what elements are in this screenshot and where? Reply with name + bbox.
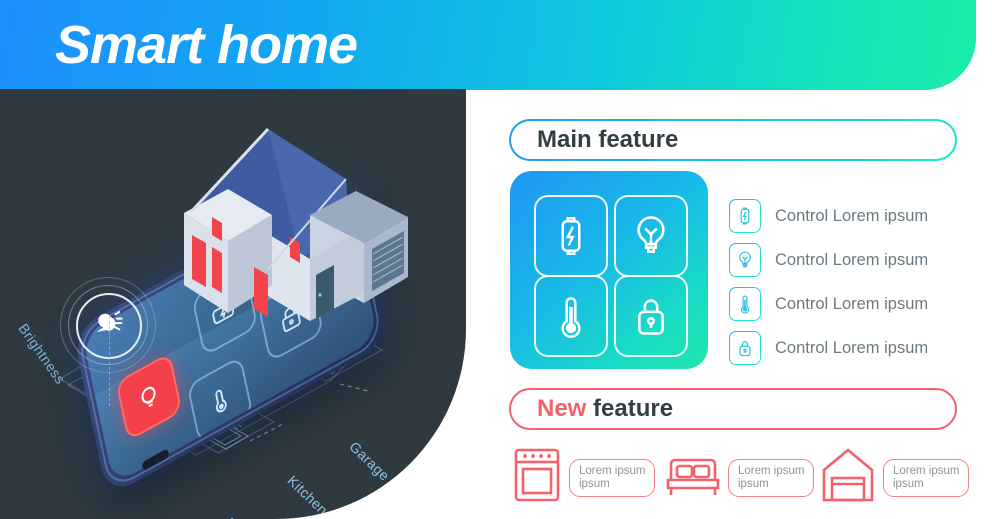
main-feature-heading-pill: Main feature (509, 119, 957, 161)
thermometer-icon (729, 287, 761, 321)
main-feature-icon-box (510, 171, 708, 369)
control-label: Control Lorem ipsum (775, 294, 929, 313)
new-feature-label: Lorem ipsum ipsum (569, 458, 656, 497)
battery-charging-icon (729, 199, 761, 233)
new-feature-heading-accent: New (537, 395, 587, 422)
new-feature-heading-rest: feature (586, 395, 674, 422)
control-row-1[interactable]: Control Lorem ipsum (729, 199, 928, 233)
badge-connector-line (109, 316, 110, 406)
control-label: Control Lorem ipsum (775, 206, 929, 225)
control-row-2[interactable]: Control Lorem ipsum (729, 243, 928, 277)
thermometer-icon (215, 389, 227, 413)
new-feature-heading: New feature (537, 397, 673, 421)
page-title: Smart home (55, 15, 358, 75)
feature-tile-temperature[interactable] (534, 275, 608, 357)
new-feature-heading-pill: New feature (509, 388, 957, 430)
isometric-house (184, 127, 408, 321)
new-feature-item-oven[interactable]: Lorem ipsum ipsum (512, 446, 656, 509)
feature-tile-light[interactable] (614, 195, 688, 277)
control-row-4[interactable]: Control Lorem ipsum (729, 331, 928, 365)
lightbulb-rays-icon (96, 311, 123, 333)
main-feature-heading: Main feature (537, 126, 679, 153)
bed-icon (665, 452, 721, 503)
control-label: Control Lorem ipsum (775, 338, 929, 357)
lock-icon (729, 331, 761, 365)
header-banner: Smart home (0, 0, 976, 90)
new-feature-item-bed[interactable]: Lorem ipsum ipsum (665, 452, 815, 503)
lock-icon (638, 299, 664, 335)
lightbulb-icon (729, 243, 761, 277)
thermometer-icon (561, 297, 581, 339)
new-feature-label: Lorem ipsum ipsum (728, 458, 815, 497)
illustration-panel: Brightness Garage Kitchen Bedroom (0, 89, 466, 519)
garage-icon (820, 446, 876, 509)
oven-icon (512, 446, 562, 509)
infographic-root: Smart home Brightness Garage Kitchen Mai… (0, 0, 992, 519)
feature-tile-lock[interactable] (614, 275, 688, 357)
control-label: Control Lorem ipsum (775, 250, 929, 269)
control-row-3[interactable]: Control Lorem ipsum (729, 287, 928, 321)
lightbulb-icon (637, 216, 665, 254)
lightbulb-icon (141, 386, 156, 408)
battery-charging-icon (561, 217, 581, 255)
new-feature-item-garage[interactable]: Lorem ipsum ipsum (820, 446, 970, 509)
feature-tile-battery[interactable] (534, 195, 608, 277)
new-feature-label: Lorem ipsum ipsum (883, 458, 970, 497)
